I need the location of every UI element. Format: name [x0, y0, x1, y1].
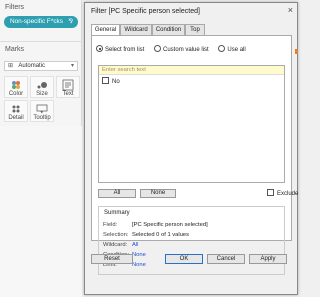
- close-icon[interactable]: ×: [288, 5, 293, 15]
- cancel-button[interactable]: Cancel: [207, 254, 245, 264]
- radio-custom-value-list[interactable]: Custom value list: [154, 45, 209, 53]
- text-mark-button[interactable]: Text: [56, 76, 80, 98]
- filter-pill-label: Non-specific F*cks: [10, 18, 63, 25]
- filter-dialog: Filter [PC Specific person selected] × G…: [84, 2, 298, 295]
- left-panel-empty-area: [0, 126, 82, 297]
- dialog-title: Filter [PC Specific person selected]: [91, 8, 200, 15]
- summary-label: Field:: [103, 222, 118, 228]
- detail-mark-button[interactable]: Detail: [4, 100, 28, 122]
- general-tab-panel: Select from list Custom value list Use a…: [91, 35, 298, 275]
- detail-label: Detail: [8, 115, 24, 121]
- checkbox-icon[interactable]: [102, 77, 109, 84]
- all-button[interactable]: All: [98, 189, 136, 198]
- radio-label: Select from list: [105, 47, 145, 53]
- summary-link[interactable]: None: [132, 252, 146, 258]
- tab-top[interactable]: Top: [185, 24, 205, 35]
- text-label: Text: [62, 91, 74, 97]
- none-button[interactable]: None: [140, 189, 176, 198]
- summary-row-wildcard: Wildcard: All: [103, 242, 138, 248]
- summary-row-selection: Selection: Selected 0 of 1 values: [103, 232, 189, 238]
- radio-use-all[interactable]: Use all: [218, 45, 246, 53]
- mark-type-icon: ⊞: [8, 63, 14, 69]
- values-list: Enter search text No: [98, 65, 285, 183]
- color-label: Color: [8, 91, 24, 97]
- tooltip-label: Tooltip: [33, 115, 51, 121]
- summary-title: Summary: [104, 210, 130, 216]
- radio-label: Custom value list: [163, 47, 209, 53]
- summary-link[interactable]: None: [132, 262, 146, 268]
- search-input[interactable]: Enter search text: [99, 66, 284, 75]
- filter-pill-icon: ⅋: [68, 19, 73, 25]
- detail-icon: [5, 103, 27, 115]
- scroll-marker: [295, 49, 298, 54]
- marks-type-value: Automatic: [18, 63, 46, 69]
- marks-type-dropdown[interactable]: ⊞ Automatic ▾: [4, 61, 78, 71]
- reset-button[interactable]: Reset: [91, 254, 133, 264]
- radio-label: Use all: [227, 47, 246, 53]
- summary-value: Selected 0 of 1 values: [132, 232, 190, 238]
- size-icon: [31, 79, 53, 91]
- radio-icon: [154, 45, 162, 52]
- tab-condition[interactable]: Condition: [152, 24, 185, 35]
- summary-value: [PC Specific person selected]: [132, 222, 208, 228]
- left-panel: Filters Non-specific F*cks ⅋ Marks ⊞ Aut…: [0, 0, 82, 297]
- size-mark-button[interactable]: Size: [30, 76, 54, 98]
- color-mark-button[interactable]: Color: [4, 76, 28, 98]
- list-item[interactable]: No: [102, 77, 120, 85]
- exclude-label: Exclude: [277, 191, 299, 197]
- checkbox-icon: [267, 189, 274, 196]
- color-palette-icon: [5, 79, 27, 91]
- summary-section: Summary Field: [PC Specific person select…: [98, 206, 285, 275]
- filters-shelf-title: Filters: [5, 4, 25, 11]
- size-label: Size: [36, 91, 48, 97]
- selection-mode-radios: Select from list Custom value list Use a…: [96, 45, 254, 53]
- radio-selected-icon: [96, 45, 103, 52]
- tooltip-icon: [31, 103, 53, 115]
- tab-wildcard[interactable]: Wildcard: [120, 24, 152, 35]
- apply-button[interactable]: Apply: [249, 254, 287, 264]
- summary-label: Selection:: [103, 232, 129, 238]
- divider: [0, 41, 82, 42]
- summary-row-field: Field: [PC Specific person selected]: [103, 222, 208, 228]
- summary-label: Wildcard:: [103, 242, 128, 248]
- radio-icon: [218, 45, 226, 52]
- ok-button[interactable]: OK: [165, 254, 203, 264]
- exclude-checkbox[interactable]: Exclude: [267, 189, 298, 197]
- filter-pill[interactable]: Non-specific F*cks ⅋: [4, 16, 78, 28]
- list-item-label: No: [112, 79, 120, 85]
- chevron-down-icon: ▾: [70, 63, 74, 69]
- tooltip-mark-button[interactable]: Tooltip: [30, 100, 54, 122]
- marks-card-title: Marks: [5, 46, 25, 53]
- text-icon: [57, 79, 79, 91]
- summary-link[interactable]: All: [132, 242, 138, 248]
- radio-select-from-list[interactable]: Select from list: [96, 45, 144, 53]
